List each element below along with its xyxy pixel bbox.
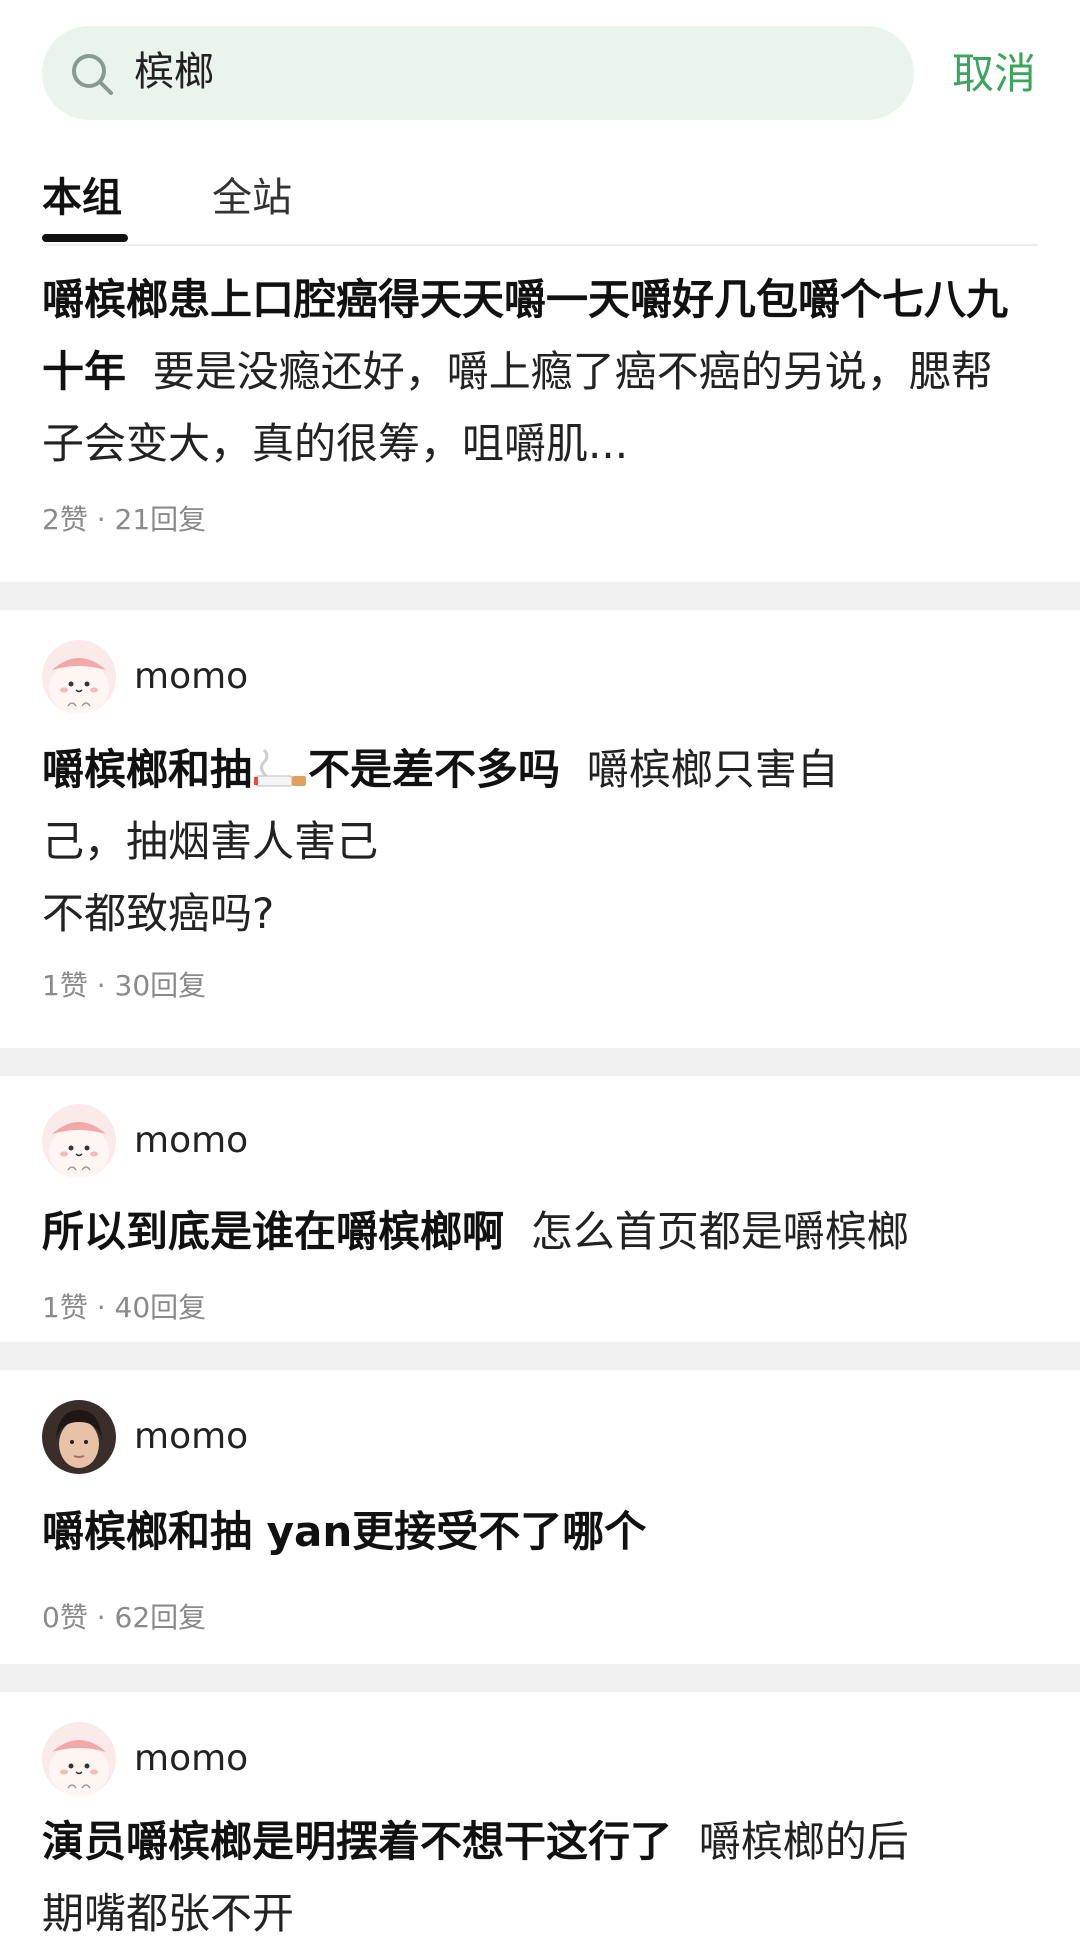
active-tab-indicator	[42, 234, 128, 242]
search-bar[interactable]: 槟榔	[42, 26, 914, 120]
avatar	[42, 640, 116, 714]
post-item[interactable]: momo 演员嚼槟榔是明摆着不想干这行了 嚼槟榔的后期嘴都张不开	[0, 1692, 1080, 1950]
post-title: 嚼槟榔和抽 yan更接受不了哪个	[42, 1507, 647, 1556]
post-item[interactable]: momo 嚼槟榔和抽 不是差不多吗 嚼槟榔只害自己，抽烟害人害己 不都致癌吗? 1赞…	[0, 610, 1080, 1048]
post-excerpt: 己，抽烟害人害己	[42, 817, 379, 866]
author-name: momo	[134, 656, 249, 697]
author-name: momo	[134, 1416, 249, 1457]
tab-divider	[42, 244, 1038, 246]
post-title: 嚼槟榔和抽 不是差不多吗	[42, 745, 561, 794]
post-meta: 1赞 · 30回复	[42, 969, 207, 1002]
post-excerpt: 嚼槟榔的后	[698, 1817, 909, 1866]
post-item[interactable]: momo 所以到底是谁在嚼槟榔啊 怎么首页都是嚼槟榔 1赞 · 40回复	[0, 1076, 1080, 1342]
post-text: 嚼槟榔患上口腔癌得天天嚼一天嚼好几包嚼个七八九十年 要是没瘾还好，嚼上瘾了癌不癌…	[42, 264, 1032, 480]
post-separator	[0, 1342, 1080, 1370]
post-text: 嚼槟榔和抽 yan更接受不了哪个	[42, 1496, 1032, 1568]
search-input[interactable]: 槟榔	[134, 44, 214, 100]
post-separator	[0, 1664, 1080, 1692]
post-meta: 0赞 · 62回复	[42, 1601, 207, 1634]
search-icon	[72, 54, 113, 95]
post-excerpt: 期嘴都张不开	[42, 1889, 295, 1938]
post-item[interactable]: momo 嚼槟榔和抽 yan更接受不了哪个 0赞 · 62回复	[0, 1370, 1080, 1664]
post-excerpt: 嚼槟榔只害自	[586, 745, 839, 794]
avatar	[42, 1722, 116, 1796]
post-text: 嚼槟榔和抽 不是差不多吗 嚼槟榔只害自己，抽烟害人害己 不都致癌吗?	[42, 734, 1032, 950]
post-title: 所以到底是谁在嚼槟榔啊	[42, 1207, 505, 1256]
post-meta: 2赞 · 21回复	[42, 503, 207, 536]
post-excerpt: 要是没瘾还好，嚼上瘾了癌不癌的另说，腮帮子会变大，真的很筹，咀嚼肌...	[42, 347, 993, 468]
post-author[interactable]: momo	[42, 640, 942, 714]
post-excerpt: 不都致癌吗?	[42, 889, 275, 938]
post-author[interactable]: momo	[42, 1104, 942, 1178]
post-text: 所以到底是谁在嚼槟榔啊 怎么首页都是嚼槟榔	[42, 1196, 1032, 1268]
avatar	[42, 1104, 116, 1178]
post-item[interactable]: 嚼槟榔患上口腔癌得天天嚼一天嚼好几包嚼个七八九十年 要是没瘾还好，嚼上瘾了癌不癌…	[0, 250, 1080, 582]
author-name: momo	[134, 1120, 249, 1161]
tab-whole-site[interactable]: 全站	[212, 170, 292, 226]
post-author[interactable]: momo	[42, 1722, 942, 1796]
post-excerpt: 怎么首页都是嚼槟榔	[530, 1207, 909, 1256]
post-meta: 1赞 · 40回复	[42, 1291, 207, 1324]
cigarette-icon	[254, 748, 307, 787]
post-title: 演员嚼槟榔是明摆着不想干这行了	[42, 1817, 673, 1866]
post-text: 演员嚼槟榔是明摆着不想干这行了 嚼槟榔的后期嘴都张不开	[42, 1806, 1032, 1950]
tab-bar: 本组 全站	[0, 150, 1080, 246]
post-author[interactable]: momo	[42, 1400, 942, 1474]
cancel-button[interactable]: 取消	[952, 44, 1036, 104]
post-separator	[0, 1048, 1080, 1076]
avatar	[42, 1400, 116, 1474]
tab-this-group[interactable]: 本组	[42, 170, 122, 226]
post-separator	[0, 582, 1080, 610]
author-name: momo	[134, 1738, 249, 1779]
